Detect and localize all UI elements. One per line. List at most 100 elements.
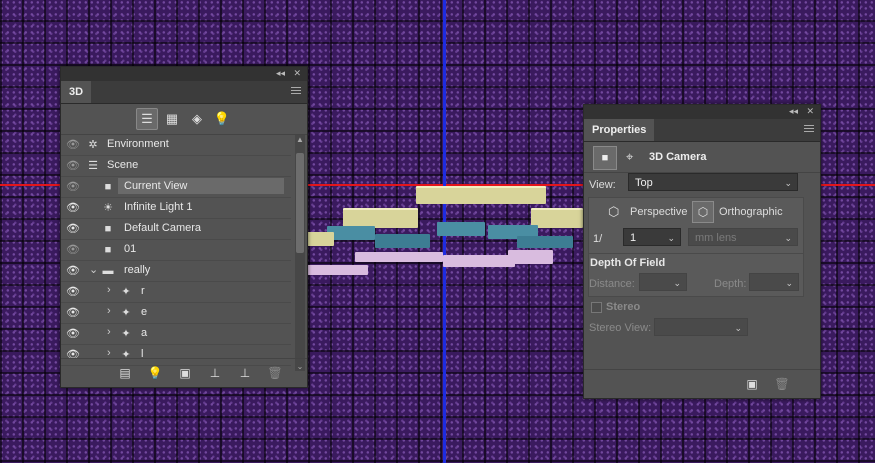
tab-3d[interactable]: 3D xyxy=(61,81,92,103)
chevron-down-icon: ⌄ xyxy=(785,278,793,288)
mesh-icon: ✦ xyxy=(121,307,131,319)
tab-properties[interactable]: Properties xyxy=(584,119,655,141)
extrusion-pink xyxy=(306,265,368,275)
page-title: 3D Camera xyxy=(649,151,707,163)
chevron-down-icon[interactable]: ⌄ xyxy=(89,263,98,276)
panel-tabbar: 3D xyxy=(61,81,307,104)
list-item[interactable]: 👁 ✲ Environment xyxy=(61,135,291,156)
orthographic-option[interactable]: Orthographic xyxy=(719,206,783,218)
panel-menu-icon[interactable] xyxy=(291,87,301,96)
panel-bottom-toolbar: ▣ 🗑 xyxy=(584,369,820,398)
extrusion-pink xyxy=(508,250,553,264)
stereo-view-label: Stereo View: xyxy=(589,322,652,334)
scene-filter-icon[interactable]: ☰ xyxy=(136,108,158,130)
depth-input[interactable]: ⌄ xyxy=(749,273,799,291)
eye-icon[interactable]: 👁 xyxy=(66,202,80,214)
scene-icon: ☰ xyxy=(88,160,98,172)
panel-menu-icon[interactable] xyxy=(804,125,814,134)
filter-toolbar: ☰ ▦ ◈ 💡 xyxy=(61,104,307,135)
eye-icon[interactable]: 👁 xyxy=(66,307,80,319)
chevron-down-icon: ⌄ xyxy=(784,233,792,243)
panel-topbar[interactable]: ◂◂ ✕ xyxy=(584,105,820,119)
extrusion-yellow xyxy=(531,208,583,228)
layer-label: Infinite Light 1 xyxy=(124,201,193,213)
ratio-value: 1 xyxy=(630,232,637,244)
distance-input[interactable]: ⌄ xyxy=(639,273,687,291)
chevron-down-icon: ⌄ xyxy=(734,323,742,333)
view-label: View: xyxy=(589,179,616,191)
layer-label: really xyxy=(124,264,151,276)
list-item[interactable]: 👁 ■ Default Camera xyxy=(61,219,291,240)
layer-label: Scene xyxy=(107,159,139,171)
render-icon[interactable]: ▣ xyxy=(744,376,760,392)
camera-icon[interactable]: ■ xyxy=(593,146,617,170)
extrusion-pink xyxy=(355,252,443,262)
extrusion-pink xyxy=(443,255,515,267)
chevron-right-icon[interactable]: › xyxy=(107,326,111,338)
eye-icon[interactable]: 👁 xyxy=(66,139,80,151)
add-object-icon[interactable]: ▤ xyxy=(117,365,133,381)
view-value: Top xyxy=(635,177,653,189)
layer-label: a xyxy=(141,327,148,339)
layer-label: Default Camera xyxy=(124,222,202,234)
eye-icon[interactable]: 👁 xyxy=(66,223,80,235)
list-item[interactable]: 👁 ■ 01 xyxy=(61,240,291,261)
folder-icon: ▬ xyxy=(102,265,114,277)
collapse-icon[interactable]: ◂◂ xyxy=(276,68,285,79)
list-item[interactable]: 👁 ■ Current View xyxy=(61,177,291,198)
eye-icon[interactable]: 👁 xyxy=(66,160,80,172)
lens-select[interactable]: mm lens ⌄ xyxy=(688,228,798,246)
close-icon[interactable]: ✕ xyxy=(806,106,814,117)
render-icon[interactable]: ▣ xyxy=(177,365,193,381)
stereo-checkbox[interactable] xyxy=(591,302,602,313)
eye-icon[interactable]: 👁 xyxy=(66,181,80,193)
extrusion-yellow xyxy=(343,208,418,228)
panel-topbar[interactable]: ◂◂ ✕ xyxy=(61,67,307,81)
panel-tabbar: Properties xyxy=(584,119,820,142)
collapse-icon[interactable]: ◂◂ xyxy=(789,106,798,117)
3d-panel: ◂◂ ✕ 3D ☰ ▦ ◈ 💡 👁 ✲ Environment 👁 ☰ Scen… xyxy=(60,66,308,388)
trash-icon[interactable]: 🗑 xyxy=(774,376,790,392)
view-select[interactable]: Top ⌄ xyxy=(628,173,798,191)
list-item[interactable]: 👁 › ✦ e xyxy=(61,303,291,324)
chevron-right-icon[interactable]: › xyxy=(107,284,111,296)
perspective-icon[interactable]: ⬡ xyxy=(608,204,619,220)
depth-label: Depth: xyxy=(714,278,747,290)
scrollbar-thumb[interactable] xyxy=(296,153,304,253)
layer-label: Environment xyxy=(107,138,169,150)
add-light-icon[interactable]: 💡 xyxy=(147,365,163,381)
properties-header: ■ ⌖ 3D Camera xyxy=(584,142,820,173)
material-filter-icon[interactable]: ◈ xyxy=(186,108,208,130)
orthographic-icon[interactable]: ⬡ xyxy=(692,201,714,223)
environment-icon: ✲ xyxy=(88,139,98,151)
chevron-down-icon: ⌄ xyxy=(667,233,675,243)
eye-icon[interactable]: 👁 xyxy=(66,328,80,340)
drop-to-plane-icon[interactable]: ⊥ xyxy=(237,365,253,381)
ratio-select[interactable]: 1 ⌄ xyxy=(623,228,681,246)
stereo-label: Stereo xyxy=(606,301,641,313)
chevron-right-icon[interactable]: › xyxy=(107,305,111,317)
perspective-option[interactable]: Perspective xyxy=(630,206,687,218)
mesh-filter-icon[interactable]: ▦ xyxy=(161,108,183,130)
list-item[interactable]: 👁 › ✦ a xyxy=(61,324,291,345)
extrusion-teal xyxy=(517,236,573,248)
trash-icon[interactable]: 🗑 xyxy=(267,365,283,381)
extrusion-yellow xyxy=(416,186,546,204)
coordinates-icon[interactable]: ⌖ xyxy=(626,149,633,165)
eye-icon[interactable]: 👁 xyxy=(66,244,80,256)
list-item[interactable]: 👁 ⌄ ▬ really xyxy=(61,261,291,282)
scroll-up-icon[interactable]: ▲ xyxy=(295,135,305,144)
eye-icon[interactable]: 👁 xyxy=(66,265,80,277)
scrollbar[interactable]: ▲ ⌄ xyxy=(295,135,305,371)
list-item[interactable]: 👁 ☰ Scene xyxy=(61,156,291,177)
list-item[interactable]: 👁 › ✦ r xyxy=(61,282,291,303)
close-icon[interactable]: ✕ xyxy=(293,68,301,79)
properties-panel: ◂◂ ✕ Properties ■ ⌖ 3D Camera View: Top … xyxy=(583,104,821,399)
distance-label: Distance: xyxy=(589,278,635,290)
ground-icon[interactable]: ⊥ xyxy=(207,365,223,381)
eye-icon[interactable]: 👁 xyxy=(66,286,80,298)
list-item[interactable]: 👁 ☀ Infinite Light 1 xyxy=(61,198,291,219)
stereo-view-select[interactable]: ⌄ xyxy=(654,318,748,336)
extrusion-yellow xyxy=(306,232,334,246)
light-filter-icon[interactable]: 💡 xyxy=(211,108,233,130)
